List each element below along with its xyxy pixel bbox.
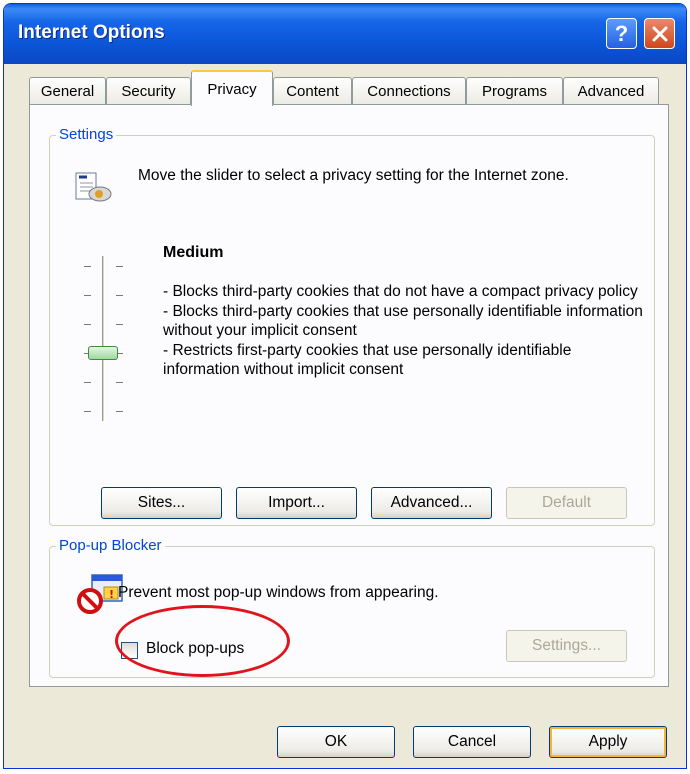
tab-content[interactable]: Content	[273, 77, 352, 105]
help-button[interactable]: ?	[606, 18, 637, 49]
privacy-level-description: - Blocks third-party cookies that do not…	[163, 282, 643, 380]
privacy-slider-thumb[interactable]	[88, 346, 118, 360]
default-button[interactable]: Default	[506, 487, 627, 519]
cancel-button[interactable]: Cancel	[413, 726, 531, 758]
tab-privacy[interactable]: Privacy	[191, 70, 273, 106]
tab-advanced[interactable]: Advanced	[563, 77, 659, 105]
popup-blocker-description: Prevent most pop-up windows from appeari…	[118, 584, 439, 601]
ok-button[interactable]: OK	[277, 726, 395, 758]
privacy-slider-track[interactable]	[102, 256, 105, 421]
slider-tick	[84, 324, 91, 325]
privacy-document-icon	[75, 172, 112, 202]
svg-text:!: !	[109, 588, 114, 601]
privacy-intro-text: Move the slider to select a privacy sett…	[138, 167, 569, 184]
help-icon: ?	[614, 20, 629, 46]
slider-tick	[84, 411, 91, 412]
level-line: - Blocks third-party cookies that do not…	[163, 283, 638, 300]
advanced-button[interactable]: Advanced...	[371, 487, 492, 519]
slider-tick	[116, 411, 123, 412]
tab-connections[interactable]: Connections	[352, 77, 466, 105]
import-button[interactable]: Import...	[236, 487, 357, 519]
close-icon	[652, 26, 667, 41]
block-popups-label[interactable]: Block pop-ups	[146, 640, 244, 658]
slider-tick	[84, 382, 91, 383]
privacy-tab-panel: Settings Move the slider to select a pri…	[29, 104, 669, 687]
settings-legend: Settings	[56, 126, 117, 143]
window-title: Internet Options	[18, 22, 165, 43]
close-button[interactable]	[644, 18, 675, 49]
apply-button[interactable]: Apply	[549, 726, 667, 758]
slider-tick	[116, 295, 123, 296]
level-line: - Restricts first-party cookies that use…	[163, 341, 572, 379]
popup-blocker-legend: Pop-up Blocker	[56, 537, 165, 554]
popup-settings-button[interactable]: Settings...	[506, 630, 627, 662]
slider-tick	[116, 324, 123, 325]
sites-button[interactable]: Sites...	[101, 487, 222, 519]
tab-general[interactable]: General	[29, 77, 106, 105]
popup-blocker-group: Pop-up Blocker Settings...	[49, 537, 655, 678]
tab-security[interactable]: Security	[106, 77, 191, 105]
settings-group: Settings Move the slider to select a pri…	[49, 126, 655, 526]
slider-tick	[84, 295, 91, 296]
slider-tick	[116, 266, 123, 267]
slider-tick	[84, 266, 91, 267]
level-line: - Blocks third-party cookies that use pe…	[163, 302, 643, 340]
tab-programs[interactable]: Programs	[466, 77, 563, 105]
internet-options-window: Internet Options ? General Security Priv…	[3, 3, 687, 769]
privacy-level-title: Medium	[163, 244, 224, 261]
block-popups-checkbox[interactable]	[121, 642, 138, 659]
title-bar[interactable]: Internet Options ?	[4, 4, 686, 64]
slider-tick	[116, 382, 123, 383]
